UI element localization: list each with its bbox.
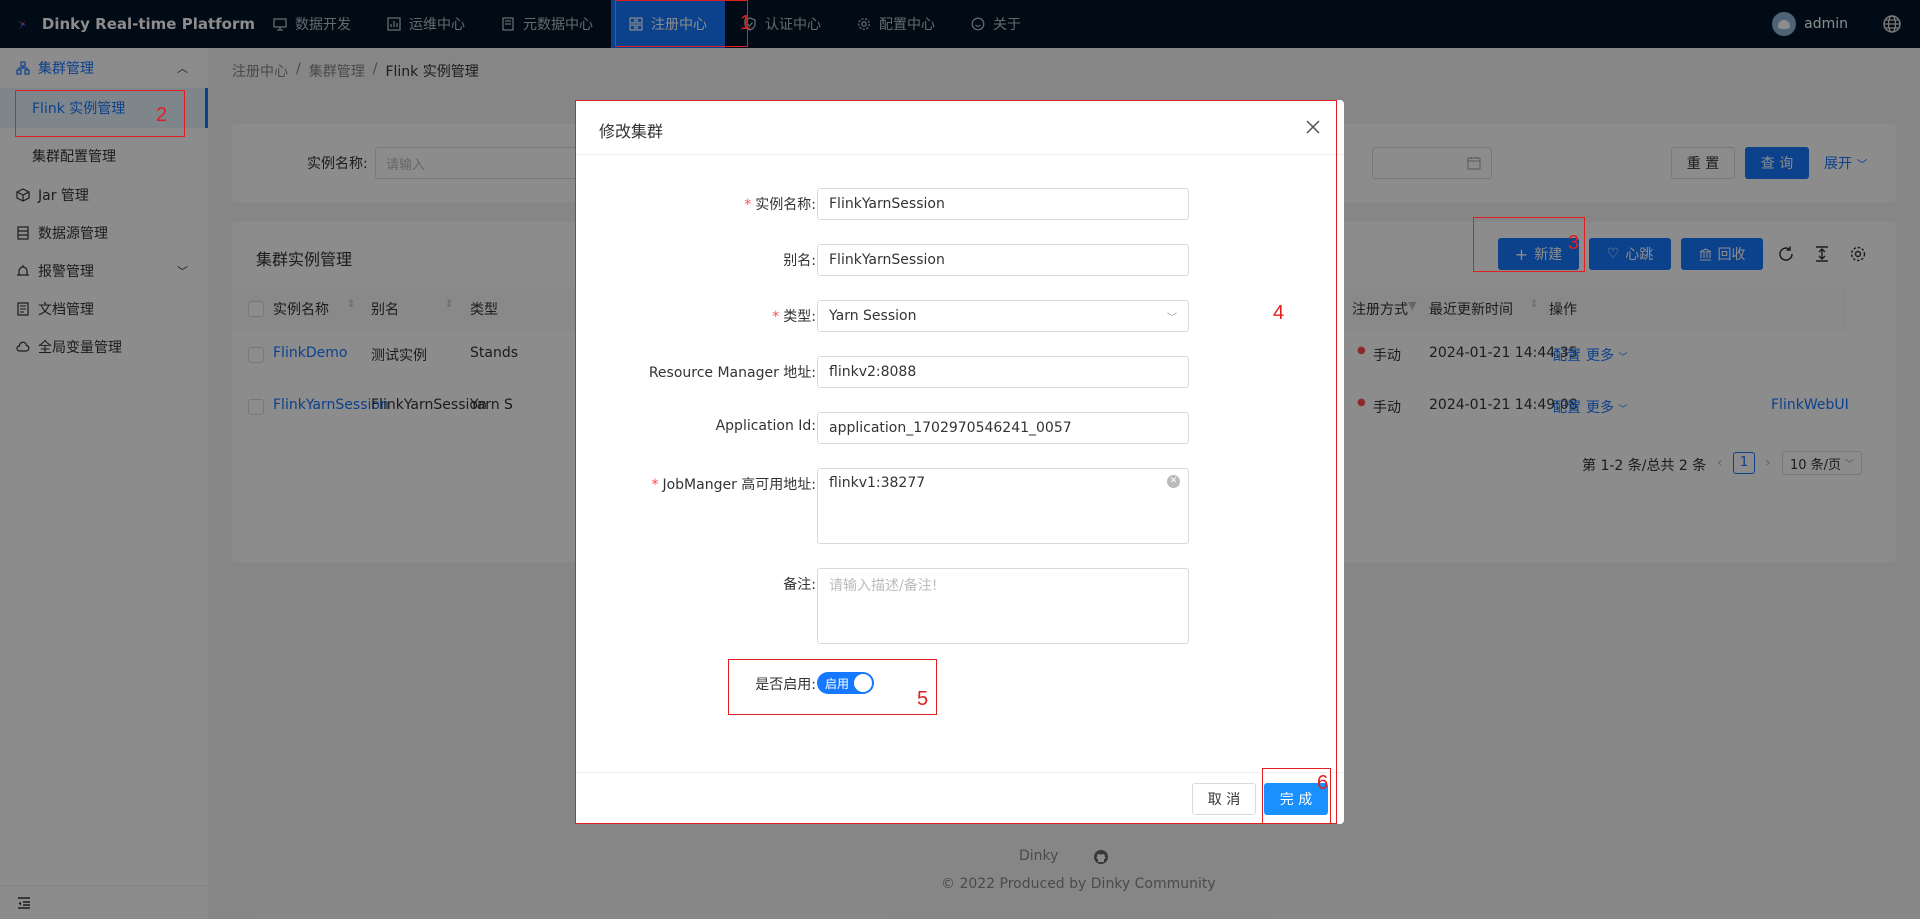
annotation-number: 3 bbox=[1568, 232, 1580, 254]
annotation-box-5 bbox=[728, 659, 937, 715]
annotation-box-4 bbox=[575, 100, 1337, 824]
annotation-number: 5 bbox=[917, 688, 929, 710]
annotation-number: 1 bbox=[740, 12, 752, 34]
annotation-number: 4 bbox=[1273, 302, 1285, 324]
annotation-box-1 bbox=[615, 0, 748, 47]
annotation-number: 2 bbox=[156, 104, 168, 126]
annotation-number: 6 bbox=[1317, 772, 1329, 794]
